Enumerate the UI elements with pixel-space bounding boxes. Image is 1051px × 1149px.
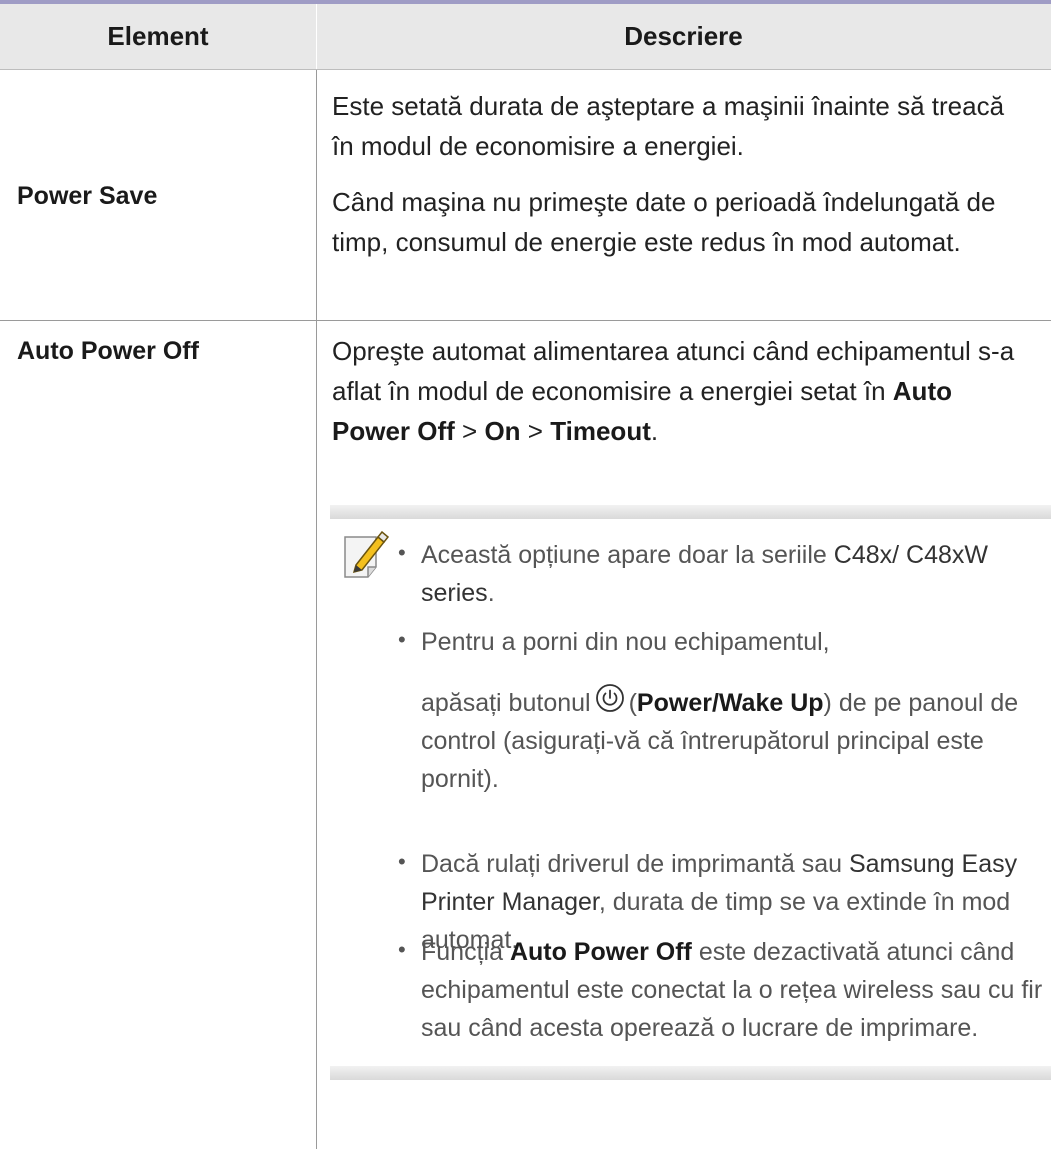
settings-table-page: Element Descriere Power Save Este setată… bbox=[0, 0, 1051, 1149]
header-element: Element bbox=[107, 21, 209, 51]
note-bullet-2-continued: apăsați butonul (Power/Wake Up) de pe pa… bbox=[421, 683, 1046, 798]
note-bullet-1-text: Această opțiune apare doar la seriile bbox=[421, 541, 827, 569]
note-bullet-1-end: . bbox=[487, 579, 495, 607]
bullet-dot: • bbox=[398, 627, 406, 652]
bullet-dot: • bbox=[398, 849, 406, 874]
auto-power-off-description: Opreşte automat alimentarea atunci când … bbox=[332, 331, 1037, 451]
note-bullet-3-text: Dacă rulați driverul de imprimantă sau bbox=[421, 850, 843, 878]
note-pencil-icon bbox=[344, 531, 390, 578]
menu-path-timeout: Timeout bbox=[550, 416, 651, 446]
menu-path-separator: > bbox=[527, 416, 543, 446]
table-header-row: Element Descriere bbox=[0, 4, 1051, 70]
row-divider bbox=[0, 320, 1051, 321]
note-power-wake-up: Power/Wake Up bbox=[636, 689, 824, 717]
note-top-bar bbox=[330, 505, 1051, 519]
row-label-auto-power-off: Auto Power Off bbox=[17, 337, 199, 365]
column-divider bbox=[316, 70, 317, 1149]
power-save-description-2: Când maşina nu primeşte date o perioadă … bbox=[332, 187, 996, 257]
menu-path-on: On bbox=[484, 416, 521, 446]
power-save-description-1: Este setată durata de aşteptare a maşini… bbox=[332, 91, 1005, 161]
bullet-dot: • bbox=[398, 937, 406, 962]
note-bullet-4-text: Funcția bbox=[421, 938, 503, 966]
note-bullet-2: Pentru a porni din nou echipamentul, bbox=[421, 623, 1046, 661]
note-bottom-bar bbox=[330, 1066, 1051, 1080]
note-bullet-2-paren-open: ( bbox=[628, 689, 637, 717]
bullet-dot: • bbox=[398, 540, 406, 565]
header-description: Descriere bbox=[624, 21, 743, 51]
note-bullet-2-text: Pentru a porni din nou echipamentul, bbox=[421, 628, 830, 656]
note-bullet-4: Funcția Auto Power Off este dezactivată … bbox=[421, 933, 1046, 1047]
power-icon bbox=[595, 684, 624, 712]
menu-path-separator: > bbox=[462, 416, 478, 446]
note-bullet-2-press: apăsați butonul bbox=[421, 689, 591, 717]
menu-path-end: . bbox=[650, 416, 659, 446]
note-bullet-1: Această opțiune apare doar la seriile C4… bbox=[421, 536, 1046, 612]
row-label-power-save: Power Save bbox=[17, 182, 158, 210]
note-auto-power-off: Auto Power Off bbox=[509, 938, 692, 966]
